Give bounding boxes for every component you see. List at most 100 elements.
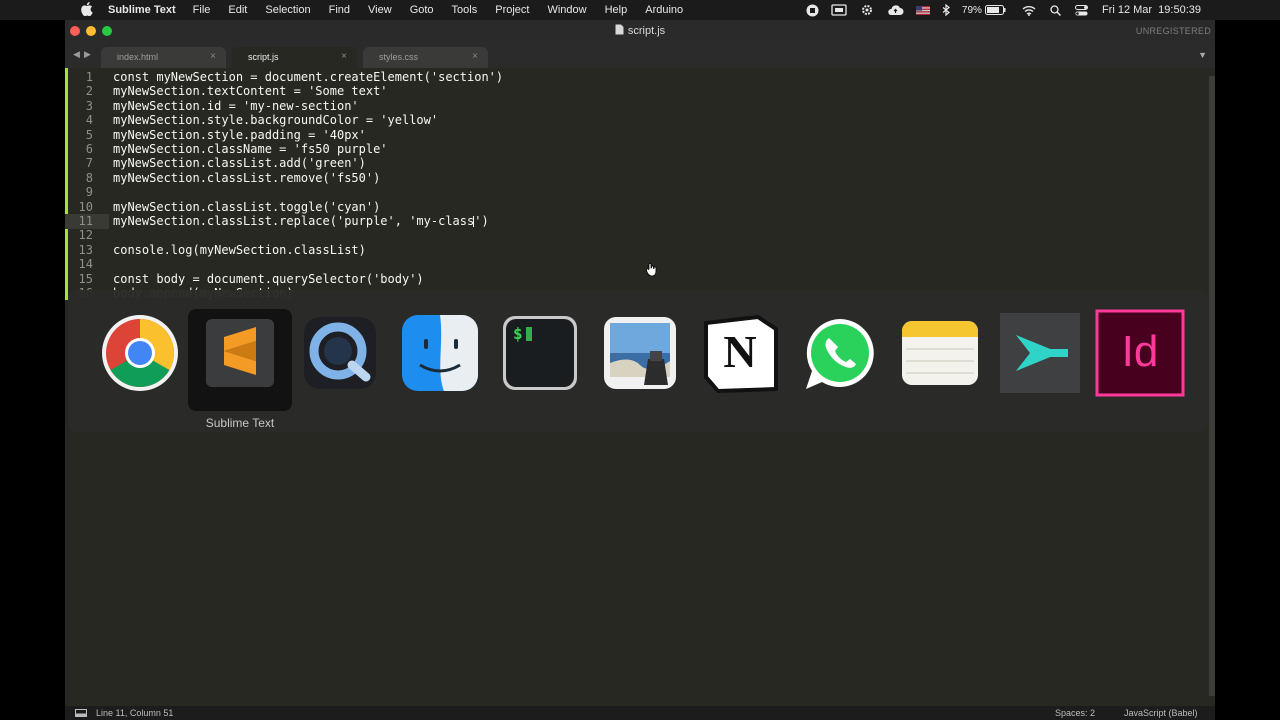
code-text: myNewSection.classList.remove('fs50') bbox=[113, 170, 381, 185]
code-line[interactable]: 5 myNewSection.style.padding = '40px' bbox=[65, 127, 366, 143]
line-number: 1 bbox=[85, 70, 93, 84]
menu-edit[interactable]: Edit bbox=[228, 4, 247, 16]
notion-icon[interactable]: N bbox=[700, 313, 780, 393]
menu-selection[interactable]: Selection bbox=[265, 4, 310, 16]
menu-goto[interactable]: Goto bbox=[410, 4, 434, 16]
code-line[interactable]: 9 bbox=[65, 185, 93, 200]
text-cursor bbox=[473, 216, 474, 227]
code-line[interactable]: 1 const myNewSection = document.createEle… bbox=[65, 70, 503, 85]
panel-toggle-icon[interactable] bbox=[75, 709, 87, 719]
tab-close-icon[interactable]: × bbox=[472, 51, 478, 62]
line-number: 2 bbox=[85, 84, 93, 99]
status-bar: Line 11, Column 51 Spaces: 2 JavaScript … bbox=[65, 706, 1215, 720]
app-switcher: $ N Id Sublime Text bbox=[68, 290, 1208, 432]
document-icon bbox=[615, 24, 624, 35]
code-line[interactable]: 15 const body = document.querySelector('b… bbox=[65, 271, 424, 287]
tab-close-icon[interactable]: × bbox=[341, 51, 347, 62]
menu-view[interactable]: View bbox=[368, 4, 392, 16]
sublime-merge-icon[interactable] bbox=[998, 309, 1084, 395]
menubar-clock[interactable]: Fri 12 Mar 19:50:39 bbox=[1102, 4, 1201, 16]
tab-index-html[interactable]: index.html × bbox=[101, 47, 226, 68]
line-number: 11 bbox=[78, 214, 93, 228]
us-flag-icon[interactable] bbox=[915, 5, 930, 15]
menu-bar: Sublime Text File Edit Selection Find Vi… bbox=[0, 0, 1280, 20]
line-number: 6 bbox=[85, 142, 93, 156]
indesign-icon[interactable]: Id bbox=[1095, 309, 1185, 397]
preview-icon[interactable] bbox=[600, 313, 680, 393]
spotlight-search-icon[interactable] bbox=[1050, 4, 1061, 16]
battery-percent: 79% bbox=[961, 4, 982, 16]
quicktime-icon[interactable] bbox=[300, 313, 380, 393]
code-line[interactable]: 12 bbox=[65, 228, 93, 243]
tab-back-icon[interactable]: ◀ bbox=[73, 49, 80, 60]
cloud-upload-icon[interactable] bbox=[887, 4, 904, 16]
code-text: myNewSection.textContent = 'Some text' bbox=[113, 84, 388, 99]
code-text: myNewSection.id = 'my-new-section' bbox=[113, 98, 359, 113]
tab-close-icon[interactable]: × bbox=[210, 51, 216, 62]
window-title-text: script.js bbox=[627, 25, 666, 37]
code-line[interactable]: 4 myNewSection.style.backgroundColor = 'y… bbox=[65, 113, 438, 128]
selected-app-label: Sublime Text bbox=[205, 416, 275, 430]
chrome-icon[interactable] bbox=[100, 313, 180, 393]
terminal-prompt-glyph: $ bbox=[513, 324, 523, 343]
tab-styles-css[interactable]: styles.css × bbox=[363, 47, 488, 68]
tab-overflow-chevron-icon[interactable]: ▼ bbox=[1198, 50, 1207, 60]
wifi-icon[interactable] bbox=[1022, 5, 1036, 16]
line-number: 12 bbox=[78, 228, 93, 243]
gear-cloud-icon[interactable] bbox=[859, 3, 875, 17]
code-line[interactable]: 11 myNewSection.classList.replace('purple… bbox=[65, 214, 489, 229]
tab-forward-icon[interactable]: ▶ bbox=[84, 49, 91, 60]
sublime-text-icon[interactable] bbox=[200, 313, 280, 393]
code-text: myNewSection.style.backgroundColor = 'ye… bbox=[113, 113, 439, 128]
code-line[interactable]: 10 myNewSection.classList.toggle('cyan') bbox=[65, 200, 381, 215]
indesign-glyph: Id bbox=[1121, 327, 1159, 376]
code-line[interactable]: 14 bbox=[65, 257, 93, 272]
code-text: const body = document.querySelector('bod… bbox=[113, 271, 424, 286]
window-titlebar[interactable]: script.js UNREGISTERED bbox=[65, 20, 1215, 42]
menu-help[interactable]: Help bbox=[605, 4, 628, 16]
syntax-setting[interactable]: JavaScript (Babel) bbox=[1124, 708, 1198, 718]
tab-label: index.html bbox=[117, 52, 159, 62]
menu-arduino[interactable]: Arduino bbox=[645, 4, 683, 16]
notion-glyph: N bbox=[723, 326, 757, 377]
code-line[interactable]: 6 myNewSection.className = 'fs50 purple' bbox=[65, 142, 388, 157]
notes-icon[interactable] bbox=[900, 313, 980, 393]
window-title: script.js bbox=[65, 24, 1215, 37]
battery-icon[interactable] bbox=[984, 5, 1006, 15]
line-number: 9 bbox=[85, 185, 93, 200]
code-text: myNewSection.className = 'fs50 purple' bbox=[113, 142, 388, 156]
code-line[interactable]: 7 myNewSection.classList.add('green') bbox=[65, 156, 366, 171]
menu-file[interactable]: File bbox=[193, 4, 211, 16]
code-text: myNewSection.classList.replace('purple',… bbox=[113, 214, 489, 228]
cursor-position[interactable]: Line 11, Column 51 bbox=[96, 708, 173, 718]
line-number: 5 bbox=[85, 127, 93, 142]
bluetooth-icon[interactable] bbox=[942, 4, 950, 16]
scrollbar[interactable] bbox=[1209, 76, 1215, 696]
terminal-icon[interactable]: $ bbox=[500, 313, 580, 393]
line-number: 8 bbox=[85, 170, 93, 185]
code-line[interactable]: 3 myNewSection.id = 'my-new-section' bbox=[65, 98, 359, 114]
line-number: 3 bbox=[85, 98, 93, 113]
menu-tools[interactable]: Tools bbox=[452, 4, 478, 16]
line-number: 7 bbox=[85, 156, 93, 171]
code-editor[interactable]: 1 const myNewSection = document.createEle… bbox=[65, 68, 1205, 311]
indentation-setting[interactable]: Spaces: 2 bbox=[1055, 708, 1095, 718]
apple-logo-icon[interactable] bbox=[80, 1, 94, 19]
code-text: console.log(myNewSection.classList) bbox=[113, 242, 366, 257]
finder-icon[interactable] bbox=[400, 313, 480, 393]
menu-project[interactable]: Project bbox=[495, 4, 529, 16]
control-center-icon[interactable] bbox=[1074, 4, 1088, 16]
code-line[interactable]: 13 console.log(myNewSection.classList) bbox=[65, 243, 366, 258]
code-line[interactable]: 2 myNewSection.textContent = 'Some text' bbox=[65, 84, 388, 99]
line-number: 15 bbox=[78, 271, 93, 286]
record-icon[interactable] bbox=[806, 4, 819, 17]
tab-script-js[interactable]: script.js × bbox=[232, 47, 357, 68]
tab-label: script.js bbox=[248, 52, 279, 62]
code-text: myNewSection.classList.add('green') bbox=[113, 156, 366, 171]
app-menu-sublime-text[interactable]: Sublime Text bbox=[108, 4, 176, 16]
screen-icon[interactable] bbox=[831, 4, 847, 16]
menu-find[interactable]: Find bbox=[329, 4, 350, 16]
code-line[interactable]: 8 myNewSection.classList.remove('fs50') bbox=[65, 170, 381, 186]
whatsapp-icon[interactable] bbox=[800, 313, 880, 393]
menu-window[interactable]: Window bbox=[547, 4, 586, 16]
